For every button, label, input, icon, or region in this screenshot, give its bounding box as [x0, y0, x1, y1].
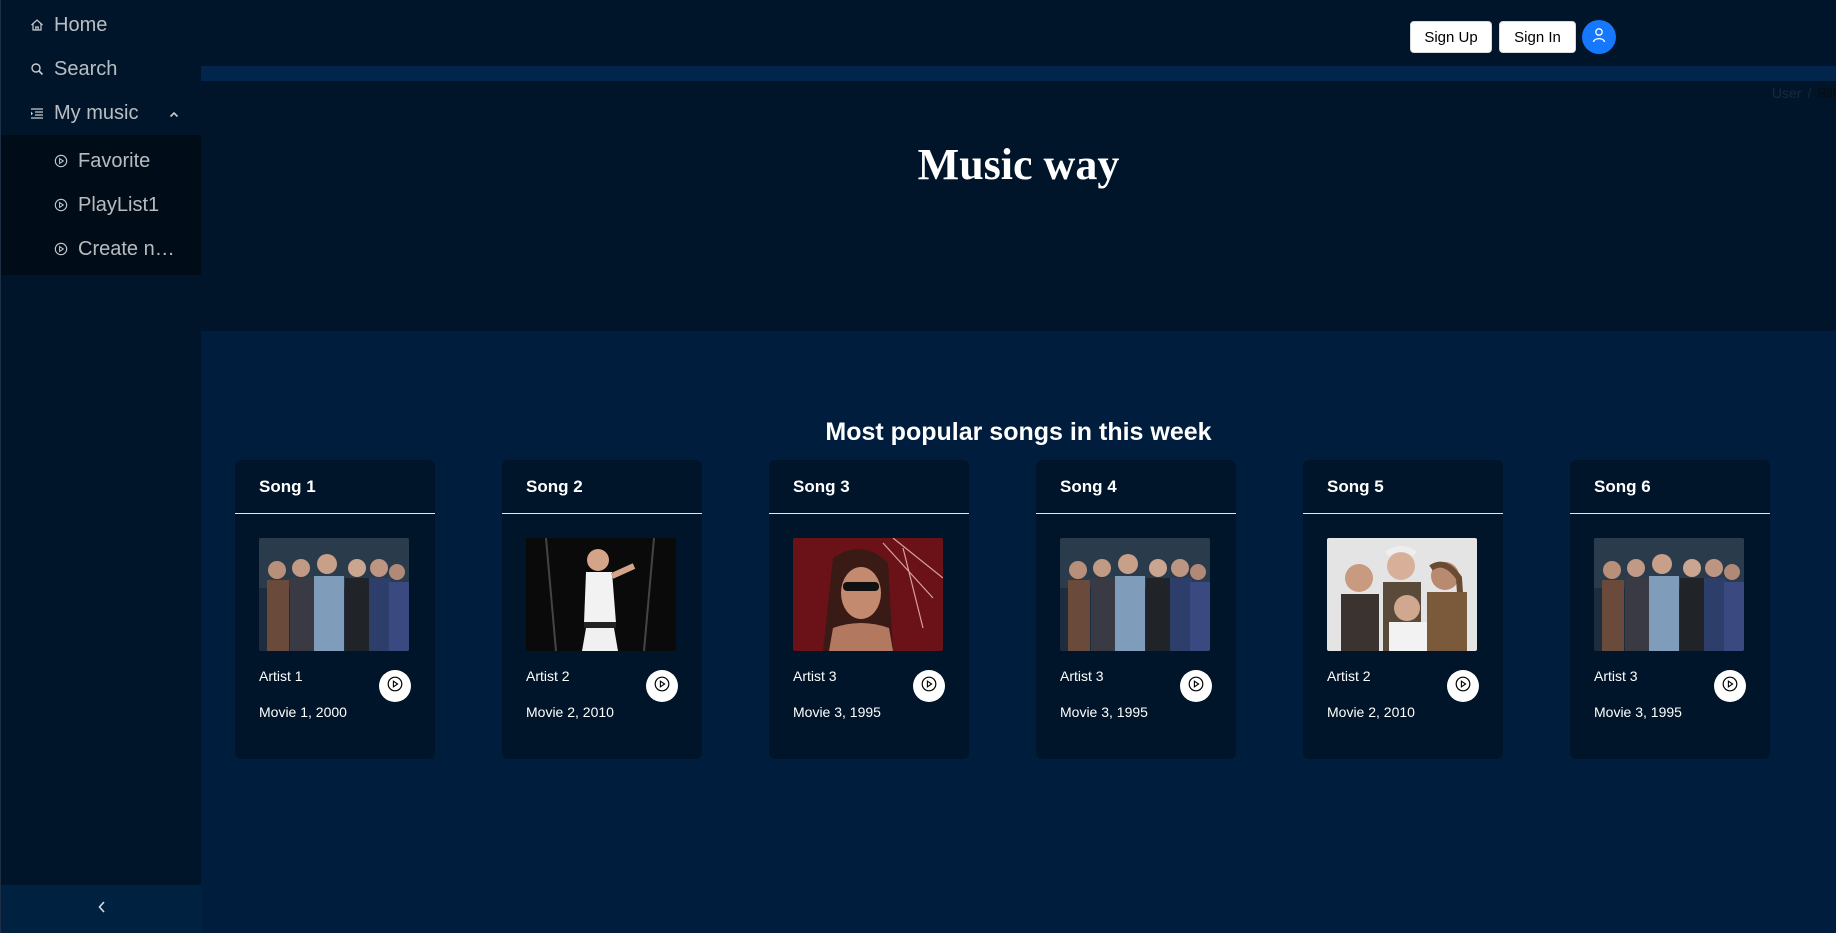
- menu-item-label: Search: [54, 57, 118, 80]
- song-artist: Artist 2: [526, 668, 570, 684]
- song-card[interactable]: Song 1 Artist 1 Movie 1, 2000: [235, 460, 435, 759]
- hero-banner: User / Bill Music way: [201, 81, 1836, 331]
- breadcrumb-item-current: Bill: [1817, 85, 1836, 101]
- header-divider: [201, 66, 1836, 81]
- song-movie: Movie 3, 1995: [1594, 704, 1682, 720]
- submenu-item-favorite[interactable]: Favorite: [1, 139, 201, 183]
- play-circle-icon: [387, 676, 403, 697]
- chevron-left-icon: [97, 900, 107, 919]
- song-title: Song 6: [1570, 460, 1770, 514]
- menu-item-home[interactable]: Home: [1, 3, 201, 47]
- submenu-item-create-new[interactable]: Create n…: [1, 227, 201, 271]
- breadcrumb-item[interactable]: User: [1772, 85, 1802, 101]
- song-artist: Artist 3: [1060, 668, 1104, 684]
- play-button[interactable]: [913, 670, 945, 702]
- song-artist: Artist 3: [1594, 668, 1638, 684]
- user-icon: [1591, 27, 1607, 48]
- play-button[interactable]: [1447, 670, 1479, 702]
- song-artist: Artist 1: [259, 668, 303, 684]
- play-button[interactable]: [379, 670, 411, 702]
- song-cover-image: [259, 538, 409, 651]
- song-artist: Artist 2: [1327, 668, 1371, 684]
- song-title: Song 3: [769, 460, 969, 514]
- chevron-up-icon: [169, 102, 179, 125]
- breadcrumb: User / Bill: [1771, 85, 1836, 101]
- song-card[interactable]: Song 4 Artist 3 Movie 3, 1995: [1036, 460, 1236, 759]
- submenu-item-playlist1[interactable]: PlayList1: [1, 183, 201, 227]
- submenu-item-label: Create n…: [78, 237, 175, 260]
- play-circle-icon: [53, 241, 69, 257]
- song-card[interactable]: Song 3 Artist 3 Movie 3, 1995: [769, 460, 969, 759]
- song-title: Song 2: [502, 460, 702, 514]
- page-title: Music way: [917, 140, 1120, 189]
- song-movie: Movie 2, 2010: [526, 704, 614, 720]
- song-movie: Movie 3, 1995: [793, 704, 881, 720]
- song-cover-image: [1327, 538, 1477, 651]
- menu-item-label: Home: [54, 13, 108, 36]
- song-title: Song 5: [1303, 460, 1503, 514]
- sign-up-button[interactable]: Sign Up: [1410, 21, 1492, 53]
- section-title: Most popular songs in this week: [825, 418, 1212, 446]
- song-card[interactable]: Song 5 Artist 2 Movie 2, 2010: [1303, 460, 1503, 759]
- song-title: Song 4: [1036, 460, 1236, 514]
- play-button[interactable]: [1714, 670, 1746, 702]
- song-cover-image: [1594, 538, 1744, 651]
- list-icon: [29, 105, 45, 121]
- play-circle-icon: [1188, 676, 1204, 697]
- song-movie: Movie 1, 2000: [259, 704, 347, 720]
- song-movie: Movie 3, 1995: [1060, 704, 1148, 720]
- play-circle-icon: [1455, 676, 1471, 697]
- sidebar: Home Search My music Favorite PlayList1: [0, 0, 202, 933]
- user-avatar-button[interactable]: [1582, 20, 1616, 54]
- play-button[interactable]: [646, 670, 678, 702]
- song-cover-image: [1060, 538, 1210, 651]
- song-title: Song 1: [235, 460, 435, 514]
- submenu-item-label: Favorite: [78, 149, 151, 172]
- play-circle-icon: [53, 197, 69, 213]
- song-movie: Movie 2, 2010: [1327, 704, 1415, 720]
- song-card[interactable]: Song 2 Artist 2 Movie 2, 2010: [502, 460, 702, 759]
- play-button[interactable]: [1180, 670, 1212, 702]
- play-circle-icon: [921, 676, 937, 697]
- song-cover-image: [526, 538, 676, 651]
- menu-item-search[interactable]: Search: [1, 47, 201, 91]
- sidebar-collapse-button[interactable]: [1, 885, 202, 933]
- home-icon: [29, 17, 45, 33]
- song-artist: Artist 3: [793, 668, 837, 684]
- my-music-submenu: Favorite PlayList1 Create n…: [1, 135, 201, 275]
- play-circle-icon: [53, 153, 69, 169]
- play-circle-icon: [1722, 676, 1738, 697]
- sign-in-button[interactable]: Sign In: [1499, 21, 1576, 53]
- song-cover-image: [793, 538, 943, 651]
- play-circle-icon: [654, 676, 670, 697]
- song-card[interactable]: Song 6 Artist 3 Movie 3, 1995: [1570, 460, 1770, 759]
- menu-item-label: My music: [54, 101, 139, 124]
- search-icon: [29, 61, 45, 77]
- menu-item-my-music[interactable]: My music: [1, 91, 201, 135]
- submenu-item-label: PlayList1: [78, 193, 160, 216]
